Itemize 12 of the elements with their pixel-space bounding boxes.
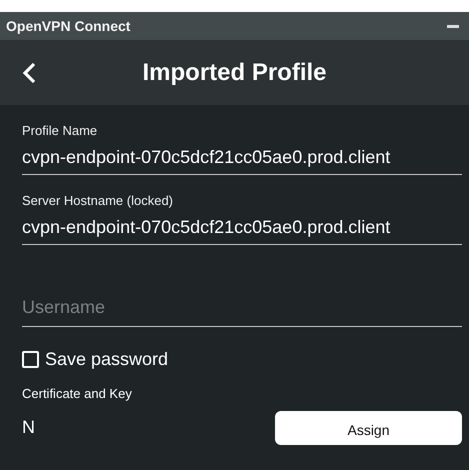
- window-title: OpenVPN Connect: [6, 18, 130, 34]
- checkbox[interactable]: [22, 351, 39, 368]
- page-title: Imported Profile: [142, 58, 327, 86]
- section-label: Certificate and Key: [22, 386, 133, 401]
- checkbox-label[interactable]: Save password: [45, 349, 168, 370]
- username-field[interactable]: Username: [22, 291, 462, 327]
- back-icon[interactable]: [22, 62, 36, 84]
- certificate-value: N: [22, 417, 35, 438]
- assign-button[interactable]: Assign: [275, 411, 462, 445]
- text-field[interactable]: Server Hostname (locked) cvpn-endpoint-070c5dcf21cc05ae0.prod.client: [22, 175, 462, 245]
- minimize-icon[interactable]: [447, 24, 459, 28]
- text-field[interactable]: Profile Name cvpn-endpoint-070c5dcf21cc05ae0.prod.client: [22, 105, 462, 175]
